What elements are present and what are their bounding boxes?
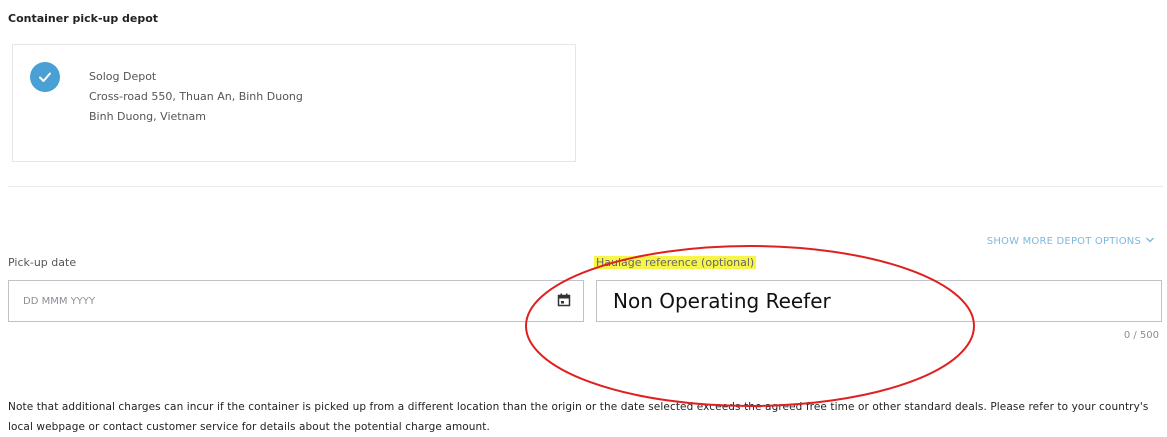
- depot-details: Solog Depot Cross-road 550, Thuan An, Bi…: [89, 67, 303, 127]
- calendar-icon[interactable]: [557, 292, 571, 311]
- chevron-down-icon: [1145, 236, 1155, 247]
- depot-card[interactable]: Solog Depot Cross-road 550, Thuan An, Bi…: [12, 44, 576, 162]
- haulage-reference-input[interactable]: Non Operating Reefer: [596, 280, 1162, 322]
- pickup-date-field[interactable]: DD MMM YYYY: [8, 280, 584, 322]
- pickup-date-label: Pick-up date: [8, 256, 77, 269]
- section-title: Container pick-up depot: [8, 12, 159, 25]
- haulage-reference-label: Haulage reference (optional): [594, 256, 757, 269]
- depot-name: Solog Depot: [89, 70, 157, 83]
- check-icon: [30, 62, 60, 92]
- show-more-label: SHOW MORE DEPOT OPTIONS: [986, 236, 1141, 247]
- character-counter: 0 / 500: [1123, 330, 1159, 341]
- depot-address: Cross-road 550, Thuan An, Binh Duong: [89, 90, 303, 103]
- charges-note: Note that additional charges can incur i…: [8, 401, 1149, 433]
- depot-region: Binh Duong, Vietnam: [89, 110, 207, 123]
- show-more-depot-options-link[interactable]: SHOW MORE DEPOT OPTIONS: [987, 236, 1155, 247]
- divider: [8, 186, 1163, 187]
- haulage-reference-value: Non Operating Reefer: [613, 289, 831, 313]
- pickup-date-placeholder: DD MMM YYYY: [23, 295, 96, 307]
- haulage-reference-label-text: Haulage reference (optional): [594, 256, 757, 269]
